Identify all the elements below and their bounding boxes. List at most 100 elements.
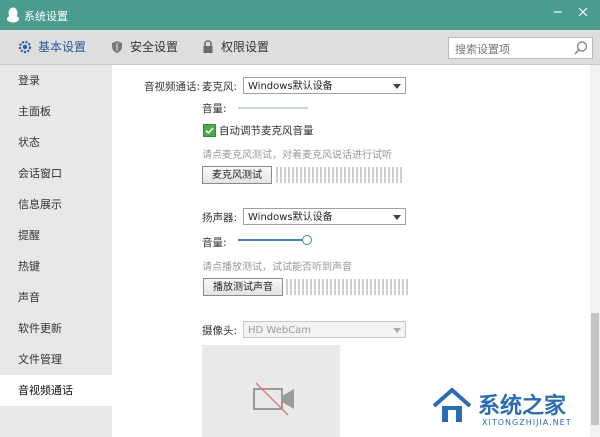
level-bar xyxy=(366,279,368,295)
tab-permission-settings[interactable]: 权限设置 xyxy=(201,38,281,56)
lock-icon xyxy=(203,40,213,53)
auto-adjust-checkbox[interactable] xyxy=(203,124,216,137)
level-bar xyxy=(344,167,346,183)
level-bar xyxy=(346,279,348,295)
camera-device-select[interactable]: HD WebCam xyxy=(243,321,406,338)
sidebar-item-status[interactable]: 状态 xyxy=(0,127,112,158)
window-title: 系统设置 xyxy=(24,10,68,23)
level-bar xyxy=(354,279,356,295)
speaker-test-hint: 请点播放测试，试试能否听到声音 xyxy=(202,262,352,273)
mic-device-select[interactable]: Windows默认设备 xyxy=(243,77,406,94)
level-bar xyxy=(300,167,302,183)
level-bar xyxy=(356,167,358,183)
level-bar xyxy=(360,167,362,183)
level-bar xyxy=(402,279,404,295)
level-bar xyxy=(390,279,392,295)
camera-device-value: HD WebCam xyxy=(248,325,312,336)
minimize-button[interactable] xyxy=(548,5,568,23)
level-bar xyxy=(324,167,326,183)
level-bar xyxy=(348,167,350,183)
level-bar xyxy=(388,167,390,183)
search-box[interactable] xyxy=(448,37,593,59)
sidebar: 登录 主面板 状态 会话窗口 信息展示 提醒 热键 声音 软件更新 文件管理 音… xyxy=(0,65,112,437)
level-bar xyxy=(302,279,304,295)
qq-penguin-icon xyxy=(7,7,19,23)
level-bar xyxy=(392,167,394,183)
level-bar xyxy=(322,279,324,295)
mic-level-meter xyxy=(276,166,404,184)
sidebar-item-chat-window[interactable]: 会话窗口 xyxy=(0,158,112,189)
sidebar-item-file-management[interactable]: 文件管理 xyxy=(0,344,112,375)
level-bar xyxy=(400,167,402,183)
level-bar xyxy=(280,167,282,183)
level-bar xyxy=(386,279,388,295)
close-button[interactable] xyxy=(573,5,593,23)
level-bar xyxy=(370,279,372,295)
watermark-url: XITONGZHIJIA.NET xyxy=(482,418,572,427)
level-bar xyxy=(286,279,288,295)
level-bar xyxy=(290,279,292,295)
level-bar xyxy=(398,279,400,295)
mic-test-button[interactable]: 麦克风测试 xyxy=(202,166,272,184)
title-bar: 系统设置 xyxy=(0,0,600,30)
level-bar xyxy=(342,279,344,295)
level-bar xyxy=(298,279,300,295)
level-bar xyxy=(326,279,328,295)
checkmark-icon xyxy=(205,127,214,135)
shield-icon xyxy=(112,41,122,53)
sidebar-item-login[interactable]: 登录 xyxy=(0,65,112,96)
level-bar xyxy=(380,167,382,183)
level-bar xyxy=(394,279,396,295)
tab-label: 权限设置 xyxy=(221,40,270,54)
close-icon xyxy=(578,7,588,17)
sidebar-item-info-display[interactable]: 信息展示 xyxy=(0,189,112,220)
sidebar-item-av-call[interactable]: 音视频通话 xyxy=(0,375,112,406)
level-bar xyxy=(314,279,316,295)
level-bar xyxy=(336,167,338,183)
level-bar xyxy=(318,279,320,295)
level-bar xyxy=(382,279,384,295)
minimize-icon xyxy=(554,11,562,13)
level-bar xyxy=(320,167,322,183)
tab-basic-settings[interactable]: 基本设置 xyxy=(18,38,98,56)
level-bar xyxy=(378,279,380,295)
tab-label: 安全设置 xyxy=(130,40,179,54)
camera-label: 摄像头: xyxy=(202,325,238,337)
tab-security-settings[interactable]: 安全设置 xyxy=(110,38,190,56)
speaker-volume-thumb[interactable] xyxy=(302,235,312,245)
sidebar-item-main-panel[interactable]: 主面板 xyxy=(0,96,112,127)
speaker-label: 扬声器: xyxy=(202,212,238,224)
chevron-down-icon xyxy=(393,215,401,220)
speaker-volume-label: 音量: xyxy=(202,237,227,249)
level-bar xyxy=(294,279,296,295)
watermark-text: 系统之家 xyxy=(478,394,567,419)
mic-volume-slider[interactable] xyxy=(238,107,308,109)
play-test-sound-button[interactable]: 播放测试声音 xyxy=(203,278,283,296)
level-bar xyxy=(316,167,318,183)
sidebar-item-sound[interactable]: 声音 xyxy=(0,282,112,313)
level-bar xyxy=(306,279,308,295)
search-input[interactable] xyxy=(453,40,569,58)
chevron-down-icon xyxy=(393,84,401,89)
speaker-device-select[interactable]: Windows默认设备 xyxy=(243,208,406,225)
level-bar xyxy=(330,279,332,295)
level-bar xyxy=(312,167,314,183)
level-bar xyxy=(396,167,398,183)
level-bar xyxy=(310,279,312,295)
sidebar-item-reminder[interactable]: 提醒 xyxy=(0,220,112,251)
sidebar-item-hotkeys[interactable]: 热键 xyxy=(0,251,112,282)
settings-toolbar: 基本设置 安全设置 权限设置 xyxy=(0,30,600,65)
search-icon[interactable] xyxy=(573,40,589,56)
level-bar xyxy=(292,167,294,183)
level-bar xyxy=(328,167,330,183)
speaker-volume-fill xyxy=(238,239,308,241)
level-bar xyxy=(304,167,306,183)
sidebar-item-software-update[interactable]: 软件更新 xyxy=(0,313,112,344)
level-bar xyxy=(340,167,342,183)
chevron-down-icon xyxy=(393,328,401,333)
level-bar xyxy=(334,279,336,295)
level-bar xyxy=(372,167,374,183)
level-bar xyxy=(376,167,378,183)
speaker-level-meter xyxy=(286,278,410,296)
camera-off-icon xyxy=(253,382,294,416)
